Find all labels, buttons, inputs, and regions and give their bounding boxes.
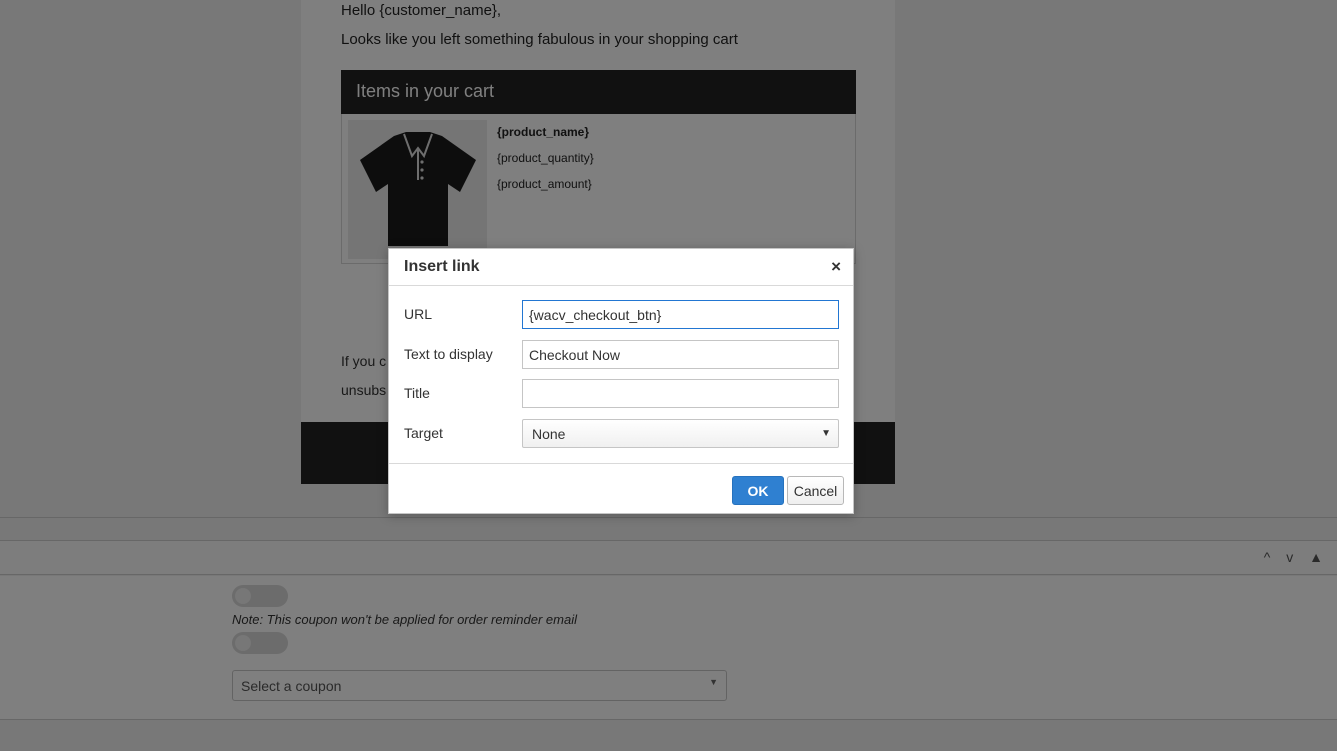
dialog-footer: OK Cancel (389, 463, 853, 514)
text-to-display-input[interactable] (522, 340, 839, 369)
target-select-value: None (532, 426, 566, 442)
title-label: Title (404, 385, 430, 401)
target-label: Target (404, 425, 443, 441)
target-select[interactable]: None ▼ (522, 419, 839, 448)
ok-button[interactable]: OK (732, 476, 784, 505)
url-input[interactable] (522, 300, 839, 329)
title-input[interactable] (522, 379, 839, 408)
cancel-button[interactable]: Cancel (787, 476, 844, 505)
dialog-title: Insert link (404, 258, 480, 275)
text-to-display-label: Text to display (404, 346, 493, 362)
caret-down-icon: ▼ (821, 428, 831, 439)
dialog-header: Insert link × (389, 249, 853, 286)
insert-link-dialog: Insert link × URL Text to display Title … (388, 248, 854, 514)
close-icon[interactable]: × (831, 257, 841, 277)
url-label: URL (404, 306, 433, 322)
